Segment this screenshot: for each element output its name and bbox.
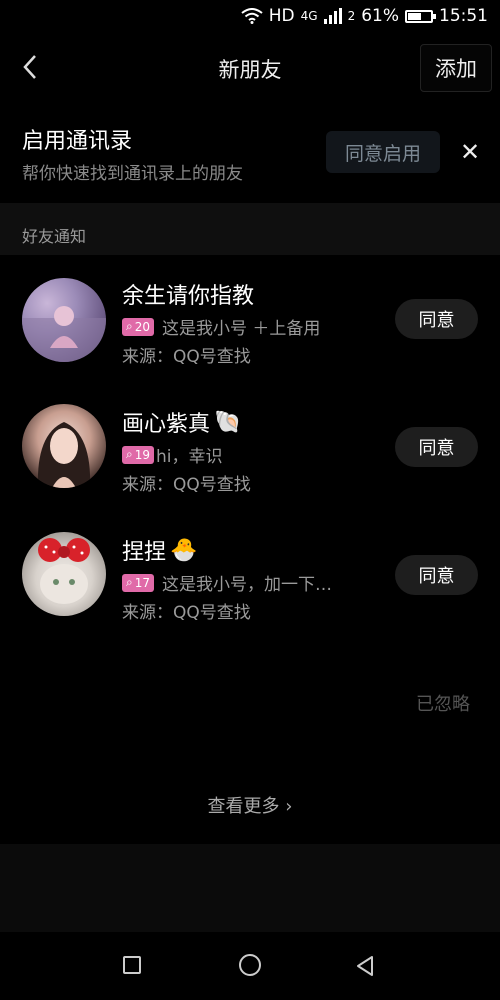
request-message-line: ⌕ 19 hi，幸识	[122, 442, 223, 467]
friend-name: 捏捏 🐣	[122, 537, 198, 566]
search-icon: ⌕	[126, 319, 133, 333]
back-triangle-icon[interactable]	[354, 954, 376, 978]
chevron-right-icon: ›	[285, 796, 293, 817]
clock: 15:51	[439, 6, 488, 26]
status-bar: HD 4G 2 61% 15:51	[0, 0, 500, 34]
friend-name: 余生请你指教	[122, 284, 255, 309]
recent-apps-icon[interactable]	[123, 956, 141, 974]
level-badge: ⌕ 17	[122, 573, 155, 592]
bottom-spacer	[0, 844, 500, 932]
sim-number: 2	[347, 9, 356, 23]
close-icon[interactable]: ✕	[455, 137, 485, 167]
friend-name: 画心紫真 🐚	[122, 409, 242, 438]
battery-icon	[405, 9, 436, 23]
request-source: 来源：QQ号查找	[122, 347, 251, 367]
request-message: hi，幸识	[156, 447, 223, 467]
search-icon: ⌕	[126, 575, 133, 589]
hd-indicator: HD	[268, 6, 295, 26]
friend-request-row[interactable]: 捏捏 🐣 ⌕ 17 这是我小号，加一下… 来源：QQ号查找 同意	[0, 512, 500, 632]
nav-bar: 新朋友 添加	[0, 34, 500, 100]
level-badge: ⌕ 19	[122, 445, 155, 464]
request-source: 来源：QQ号查找	[122, 603, 251, 623]
home-icon[interactable]	[239, 954, 261, 976]
system-navigation-bar	[0, 932, 500, 1000]
section-header: 好友通知	[0, 203, 500, 255]
section-title: 好友通知	[22, 227, 87, 246]
enable-contacts-button[interactable]: 同意启用	[326, 131, 440, 173]
add-button[interactable]: 添加	[420, 44, 492, 92]
request-message: 这是我小号 ＋上备用	[162, 319, 321, 339]
search-icon: ⌕	[126, 447, 133, 461]
request-message-line: ⌕ 20 这是我小号 ＋上备用	[122, 314, 320, 339]
agree-button[interactable]: 同意	[395, 299, 478, 339]
signal-icon	[323, 8, 342, 24]
friend-request-row[interactable]: 余生请你指教 ⌕ 20 这是我小号 ＋上备用 来源：QQ号查找 同意	[0, 256, 500, 376]
chick-emoji-icon: 🐣	[170, 537, 198, 563]
agree-button[interactable]: 同意	[395, 427, 478, 467]
friend-request-list: 余生请你指教 ⌕ 20 这是我小号 ＋上备用 来源：QQ号查找 同意 画心紫真 🐚…	[0, 256, 500, 844]
contacts-banner-title: 启用通讯录	[22, 129, 133, 154]
network-type: 4G	[300, 9, 318, 23]
contacts-banner-subtitle: 帮你快速找到通讯录上的朋友	[22, 164, 243, 184]
battery-percent: 61%	[361, 6, 399, 26]
avatar[interactable]	[22, 404, 106, 488]
see-more-label: 查看更多	[207, 796, 280, 817]
avatar[interactable]	[22, 532, 106, 616]
see-more-button[interactable]: 查看更多 ›	[0, 792, 500, 818]
avatar[interactable]	[22, 278, 106, 362]
friend-request-row[interactable]: 画心紫真 🐚 ⌕ 19 hi，幸识 来源：QQ号查找 同意	[0, 384, 500, 504]
request-message-line: ⌕ 17 这是我小号，加一下…	[122, 570, 332, 595]
agree-button[interactable]: 同意	[395, 555, 478, 595]
ignored-link[interactable]: 已忽略	[416, 690, 470, 716]
wifi-icon	[241, 8, 263, 24]
contacts-banner: 启用通讯录 帮你快速找到通讯录上的朋友 同意启用 ✕	[0, 115, 500, 195]
shell-emoji-icon: 🐚	[214, 409, 242, 435]
level-badge: ⌕ 20	[122, 317, 155, 336]
request-source: 来源：QQ号查找	[122, 475, 251, 495]
request-message: 这是我小号，加一下…	[162, 575, 333, 595]
